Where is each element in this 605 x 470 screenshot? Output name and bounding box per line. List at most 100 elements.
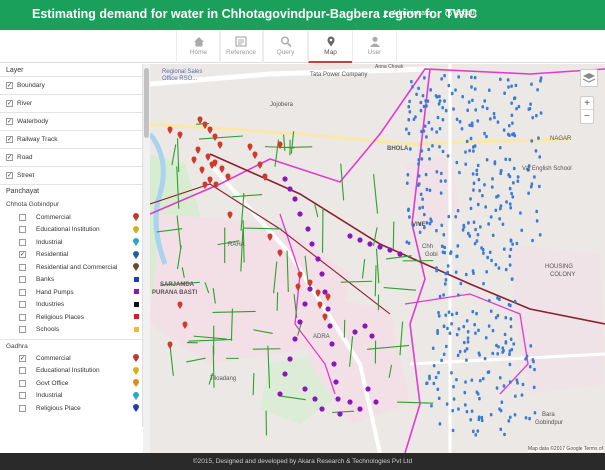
- residential-marker[interactable]: [530, 139, 534, 143]
- handpump-marker[interactable]: [312, 396, 318, 402]
- residential-marker[interactable]: [527, 191, 530, 195]
- handpump-marker[interactable]: [319, 271, 325, 277]
- residential-marker[interactable]: [509, 247, 513, 252]
- residential-marker[interactable]: [444, 179, 447, 183]
- residential-marker[interactable]: [508, 263, 512, 267]
- residential-marker[interactable]: [423, 212, 426, 217]
- residential-marker[interactable]: [483, 183, 486, 187]
- residential-marker[interactable]: [458, 349, 462, 354]
- residential-marker[interactable]: [482, 251, 485, 255]
- residential-marker[interactable]: [417, 86, 420, 91]
- residential-marker[interactable]: [528, 106, 532, 111]
- residential-marker[interactable]: [444, 108, 448, 113]
- residential-marker[interactable]: [421, 93, 425, 98]
- residential-marker[interactable]: [471, 309, 475, 314]
- residential-marker[interactable]: [450, 371, 453, 375]
- administrator-link[interactable]: Administrator: [382, 10, 433, 17]
- residential-marker[interactable]: [462, 324, 466, 329]
- panchayat-item-checkbox[interactable]: [19, 213, 26, 221]
- residential-marker[interactable]: [465, 319, 469, 323]
- residential-marker[interactable]: [484, 336, 488, 340]
- residential-marker[interactable]: [494, 315, 498, 320]
- commercial-marker[interactable]: [195, 146, 201, 155]
- layer-item[interactable]: ✓ River: [0, 95, 142, 113]
- panchayat-item-checkbox[interactable]: ✓: [19, 354, 26, 362]
- residential-marker[interactable]: [425, 381, 428, 386]
- residential-marker[interactable]: [452, 397, 456, 401]
- residential-marker[interactable]: [461, 228, 465, 232]
- residential-marker[interactable]: [539, 111, 543, 115]
- residential-marker[interactable]: [494, 262, 498, 267]
- residential-marker[interactable]: [470, 123, 474, 128]
- residential-marker[interactable]: [434, 375, 438, 380]
- residential-marker[interactable]: [423, 124, 427, 128]
- residential-marker[interactable]: [427, 120, 431, 125]
- residential-marker[interactable]: [420, 129, 423, 134]
- residential-marker[interactable]: [464, 162, 468, 166]
- residential-marker[interactable]: [483, 131, 486, 136]
- residential-marker[interactable]: [449, 250, 453, 254]
- residential-marker[interactable]: [467, 100, 471, 104]
- residential-marker[interactable]: [442, 324, 446, 328]
- residential-marker[interactable]: [480, 246, 483, 250]
- residential-marker[interactable]: [529, 185, 533, 189]
- residential-marker[interactable]: [458, 170, 461, 175]
- handpump-marker[interactable]: [352, 329, 358, 335]
- residential-marker[interactable]: [447, 83, 451, 88]
- residential-marker[interactable]: [471, 98, 474, 103]
- residential-marker[interactable]: [529, 344, 533, 348]
- residential-marker[interactable]: [501, 350, 504, 354]
- residential-marker[interactable]: [474, 331, 477, 335]
- residential-marker[interactable]: [409, 147, 412, 151]
- residential-marker[interactable]: [428, 376, 431, 381]
- residential-marker[interactable]: [508, 362, 512, 367]
- residential-marker[interactable]: [539, 79, 542, 83]
- panchayat-item[interactable]: ✓ Commercial: [0, 352, 142, 365]
- residential-marker[interactable]: [468, 123, 472, 128]
- residential-marker[interactable]: [488, 298, 491, 303]
- residential-marker[interactable]: [447, 310, 451, 314]
- residential-marker[interactable]: [407, 118, 411, 122]
- residential-marker[interactable]: [440, 171, 443, 176]
- layer-checkbox[interactable]: ✓: [6, 136, 13, 143]
- residential-marker[interactable]: [429, 88, 432, 92]
- residential-marker[interactable]: [436, 331, 439, 335]
- residential-marker[interactable]: [446, 264, 450, 268]
- residential-marker[interactable]: [507, 123, 511, 128]
- residential-marker[interactable]: [537, 136, 540, 140]
- handpump-marker[interactable]: [302, 301, 308, 307]
- residential-marker[interactable]: [438, 294, 442, 299]
- handpump-marker[interactable]: [297, 319, 303, 325]
- residential-marker[interactable]: [463, 340, 466, 345]
- commercial-marker[interactable]: [177, 131, 183, 140]
- residential-marker[interactable]: [420, 157, 424, 161]
- residential-marker[interactable]: [432, 381, 436, 386]
- residential-marker[interactable]: [439, 179, 443, 183]
- residential-marker[interactable]: [471, 172, 475, 176]
- residential-marker[interactable]: [524, 357, 527, 361]
- residential-marker[interactable]: [456, 244, 460, 248]
- residential-marker[interactable]: [451, 409, 455, 413]
- residential-marker[interactable]: [476, 119, 480, 123]
- residential-marker[interactable]: [481, 377, 485, 381]
- residential-marker[interactable]: [489, 412, 493, 417]
- residential-marker[interactable]: [496, 120, 500, 124]
- residential-marker[interactable]: [440, 358, 443, 363]
- residential-marker[interactable]: [513, 299, 517, 304]
- panchayat-item-checkbox[interactable]: [19, 288, 26, 296]
- residential-marker[interactable]: [417, 183, 420, 187]
- residential-marker[interactable]: [478, 188, 481, 193]
- residential-marker[interactable]: [419, 192, 423, 197]
- residential-marker[interactable]: [510, 277, 514, 281]
- residential-marker[interactable]: [428, 221, 432, 226]
- residential-marker[interactable]: [497, 345, 500, 349]
- residential-marker[interactable]: [459, 281, 463, 286]
- handpump-marker[interactable]: [333, 379, 339, 385]
- panchayat-item[interactable]: Govt Office: [0, 377, 142, 390]
- handpump-marker[interactable]: [325, 306, 331, 312]
- residential-marker[interactable]: [485, 134, 488, 139]
- residential-marker[interactable]: [457, 75, 461, 79]
- commercial-marker[interactable]: [213, 181, 219, 190]
- handpump-marker[interactable]: [287, 186, 293, 192]
- residential-marker[interactable]: [465, 347, 469, 351]
